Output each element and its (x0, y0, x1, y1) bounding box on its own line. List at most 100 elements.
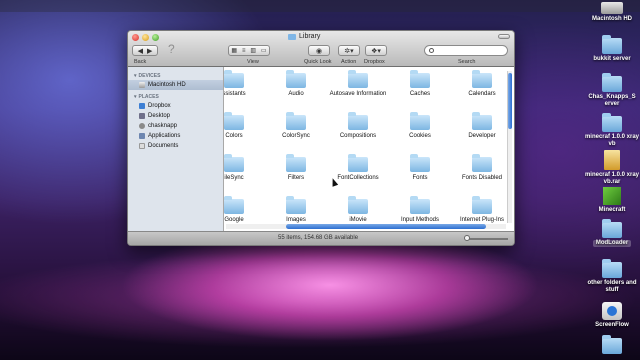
vertical-scroll-thumb[interactable] (508, 73, 512, 129)
folder-icon (348, 154, 368, 172)
icon-size-slider[interactable] (466, 238, 508, 240)
folder-label: ColorSync (282, 133, 310, 139)
finder-window[interactable]: Library ◀ ▶ Back ? ▦ ≡ ▥ ▭ View ◉ Quick … (127, 30, 515, 246)
folder-item[interactable]: iMovie (326, 196, 390, 224)
hard-drive-icon (139, 82, 145, 88)
folder-icon (224, 196, 244, 214)
desktop-icon-label: ScreenFlow (595, 322, 629, 328)
folder-label: Input Methods (400, 217, 440, 223)
forward-arrow-icon[interactable]: ▶ (147, 47, 152, 55)
back-label: Back (134, 59, 147, 65)
desktop-icon (139, 113, 145, 119)
sidebar-item-label: Documents (148, 143, 179, 149)
folder-item[interactable]: Colors (224, 112, 266, 140)
applications-icon (139, 133, 145, 139)
desktop-icon-minecraf-xray-rar[interactable]: minecraf 1.0.0 xray vb.rar (582, 150, 640, 186)
folder-item[interactable]: ColorSync (264, 112, 328, 140)
desktop-icon-chas-knapps-server[interactable]: Chas_Knapps_S erver (582, 73, 640, 108)
folder-item[interactable]: Images (264, 196, 328, 224)
sidebar-item-documents[interactable]: Documents (128, 141, 223, 151)
desktop-icon-modloader[interactable]: ModLoader (582, 219, 640, 247)
desktop-icon-label: Macintosh HD (591, 16, 632, 22)
desktop-icon-folder[interactable] (582, 335, 640, 356)
sidebar-item-desktop[interactable]: Desktop (128, 111, 223, 121)
back-forward-buttons[interactable]: ◀ ▶ (132, 45, 158, 56)
search-icon (429, 48, 434, 53)
folder-icon (286, 196, 306, 214)
horizontal-scroll-thumb[interactable] (286, 224, 486, 229)
folder-label: Cookies (409, 133, 431, 139)
folder-icon (288, 33, 296, 40)
folder-item[interactable]: Fonts Disabled (450, 154, 514, 182)
sidebar-header-label: DEVICES (138, 73, 161, 79)
help-icon: ? (168, 42, 175, 56)
desktop-icon-bukkit-server[interactable]: bukkit server (582, 35, 640, 63)
sidebar-item-applications[interactable]: Applications (128, 131, 223, 141)
sidebar-item-chasknapp[interactable]: chasknapp (128, 121, 223, 131)
desktop-icon-minecraft[interactable]: Minecraft (582, 187, 640, 214)
folder-label: Developer (468, 133, 496, 139)
dropbox-icon: ❖▾ (371, 47, 381, 55)
window-title: Library (288, 33, 320, 40)
folder-item[interactable]: Compositions (326, 112, 390, 140)
coverflow-view-icon[interactable]: ▭ (261, 47, 267, 54)
desktop-icon-label: minecraf 1.0.0 xray vb (584, 134, 640, 147)
desktop-icon-screenflow[interactable]: ScreenFlow (582, 302, 640, 329)
folder-icon (224, 70, 244, 88)
folder-label: ssistants (224, 91, 246, 97)
desktop-icon-other-folders[interactable]: other folders and stuff (582, 259, 640, 294)
icon-view-icon[interactable]: ▦ (231, 47, 237, 54)
view-mode-buttons[interactable]: ▦ ≡ ▥ ▭ (228, 45, 270, 56)
folder-label: ileSync (224, 175, 244, 181)
desktop-icon-macintosh-hd[interactable]: Macintosh HD (582, 0, 640, 23)
column-view-icon[interactable]: ▥ (250, 47, 256, 54)
folder-item[interactable]: ssistants (224, 70, 266, 98)
search-input[interactable] (424, 45, 508, 56)
sidebar-item-macintosh-hd[interactable]: Macintosh HD (128, 80, 223, 90)
sidebar-item-dropbox[interactable]: Dropbox (128, 101, 223, 111)
disclosure-triangle-icon[interactable]: ▾ (134, 72, 137, 80)
folder-item[interactable]: Google (224, 196, 266, 224)
desktop-icon-label: bukkit server (593, 56, 631, 62)
desktop-icon-label: ModLoader (592, 240, 632, 247)
folder-item[interactable]: Filters (264, 154, 328, 182)
folder-item[interactable]: Internet Plug-Ins (450, 196, 514, 224)
folder-icon (472, 112, 492, 130)
folder-icon (472, 196, 492, 214)
desktop-icon-label: Minecraft (598, 207, 626, 213)
quick-look-button[interactable]: ◉ (308, 45, 330, 56)
folder-item[interactable]: Audio (264, 70, 328, 98)
folder-item[interactable]: Caches (388, 70, 452, 98)
dropbox-button[interactable]: ❖▾ (365, 45, 387, 56)
horizontal-scrollbar[interactable] (226, 224, 506, 229)
zoom-button[interactable] (152, 34, 159, 41)
vertical-scrollbar[interactable] (507, 71, 512, 223)
folder-icon (348, 112, 368, 130)
folder-item[interactable]: Input Methods (388, 196, 452, 224)
toolbar-toggle-button[interactable] (498, 34, 510, 39)
folder-label: Fonts Disabled (461, 175, 503, 181)
sidebar-section-devices[interactable]: ▾ DEVICES (128, 72, 223, 80)
icon-size-slider-knob[interactable] (464, 235, 470, 241)
folder-item[interactable]: Autosave Information (326, 70, 390, 98)
folder-label: Audio (288, 91, 304, 97)
list-view-icon[interactable]: ≡ (242, 48, 246, 54)
folder-icon (348, 196, 368, 214)
action-button[interactable]: ✲▾ (338, 45, 360, 56)
close-button[interactable] (132, 34, 139, 41)
folder-item[interactable]: ileSync (224, 154, 266, 182)
folder-icon (602, 113, 622, 132)
disclosure-triangle-icon[interactable]: ▾ (134, 93, 137, 101)
folder-icon (472, 154, 492, 172)
back-arrow-icon[interactable]: ◀ (138, 47, 147, 55)
sidebar-section-places[interactable]: ▾ PLACES (128, 93, 223, 101)
folder-item[interactable]: Fonts (388, 154, 452, 182)
desktop-icon-minecraf-xray[interactable]: minecraf 1.0.0 xray vb (582, 113, 640, 148)
folder-item[interactable]: Developer (450, 112, 514, 140)
folder-item[interactable]: Calendars (450, 70, 514, 98)
file-grid: ssistants Audio Autosave Information Cac… (224, 67, 514, 231)
minimize-button[interactable] (142, 34, 149, 41)
folder-label: FontCollections (337, 175, 379, 181)
folder-label: Compositions (339, 133, 377, 139)
folder-item[interactable]: Cookies (388, 112, 452, 140)
